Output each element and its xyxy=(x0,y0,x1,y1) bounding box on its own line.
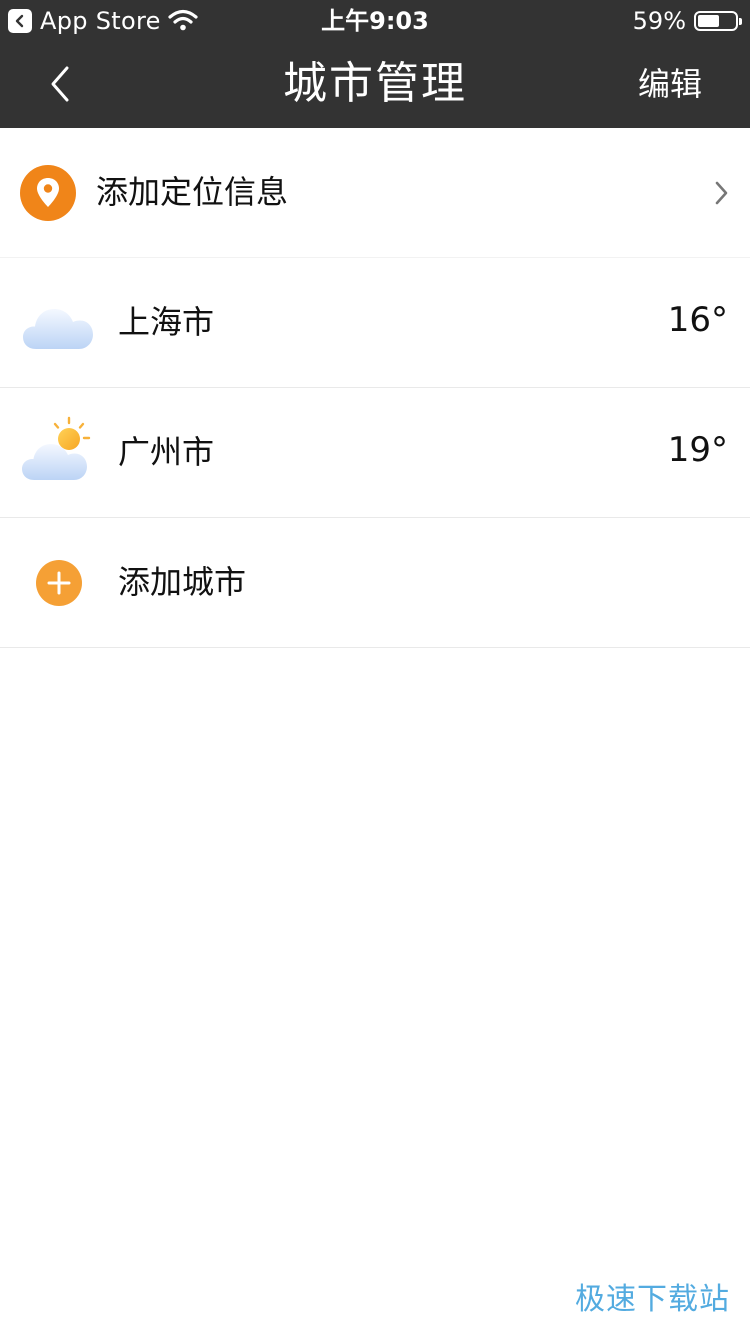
chevron-right-icon xyxy=(715,181,728,205)
add-location-label: 添加定位信息 xyxy=(96,173,289,211)
battery-icon xyxy=(694,11,742,31)
nav-bar: 城市管理 编辑 xyxy=(0,40,750,128)
city-management-screen: App Store 上午9:03 59% 城市管理 编辑 添加定位信息 上海市 … xyxy=(0,0,750,1334)
cloudy-icon xyxy=(23,309,93,349)
battery-indicator: 59% xyxy=(632,7,742,35)
add-location-row[interactable]: 添加定位信息 xyxy=(0,128,750,258)
plus-icon xyxy=(36,560,82,606)
status-bar: App Store 上午9:03 59% xyxy=(0,0,750,40)
city-temp-shanghai: 16° xyxy=(667,300,728,340)
city-row-guangzhou[interactable]: 广州市 19° xyxy=(0,388,750,518)
add-city-label: 添加城市 xyxy=(118,563,247,601)
battery-nub xyxy=(739,18,742,25)
city-name-guangzhou: 广州市 xyxy=(118,433,215,471)
watermark: 极速下载站 xyxy=(575,1282,730,1317)
edit-button[interactable]: 编辑 xyxy=(638,64,702,104)
city-name-shanghai: 上海市 xyxy=(118,303,215,341)
partly-sunny-icon xyxy=(22,416,91,480)
battery-percent: 59% xyxy=(632,7,686,35)
battery-fill xyxy=(698,15,719,27)
city-temp-guangzhou: 19° xyxy=(667,430,728,470)
header: App Store 上午9:03 59% 城市管理 编辑 xyxy=(0,0,750,128)
city-row-shanghai[interactable]: 上海市 16° xyxy=(0,258,750,388)
location-pin-icon xyxy=(20,165,76,221)
add-city-row[interactable]: 添加城市 xyxy=(0,518,750,648)
